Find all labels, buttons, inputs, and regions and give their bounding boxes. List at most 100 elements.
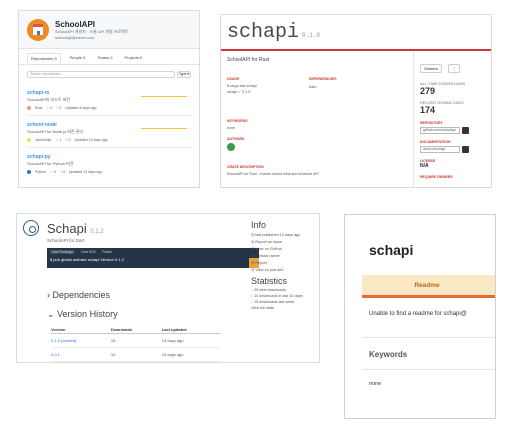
owners-button[interactable]: Owners xyxy=(420,64,442,73)
description-section: CRATE DESCRIPTION SchoolAPI for Rust - K… xyxy=(227,165,409,176)
org-tabs: Repositories 9 People 0 Teams 0 Projects… xyxy=(19,49,199,65)
repo-search-bar: Search repositories... Type ▾ xyxy=(27,71,191,78)
deps-section: DEPENDENCIES tokio xyxy=(309,77,337,89)
repo-description: SchoolAPI의 러스트 버전 xyxy=(27,97,70,102)
repo-meta: Python ☆ 0 ⑂ 0 Updated 13 days ago xyxy=(27,170,191,174)
description-heading: CRATE DESCRIPTION xyxy=(227,165,264,169)
dependencies-heading[interactable]: › Dependencies xyxy=(47,290,110,300)
copy-icon[interactable] xyxy=(462,127,469,134)
type-filter-button[interactable]: Type ▾ xyxy=(177,71,191,78)
keywords-value: none xyxy=(227,126,235,130)
install-tab[interactable]: Dart SDK xyxy=(81,250,96,254)
repo-description: SchoolAPI for Python 버전 xyxy=(27,161,74,166)
tab-repositories[interactable]: Repositories 9 xyxy=(27,53,61,64)
repo-updated: Updated 13 days ago xyxy=(74,138,108,142)
repo-forks[interactable]: ⑂ 0 xyxy=(60,170,65,174)
recent-downloads-count: 174 xyxy=(420,105,436,115)
version-history-heading[interactable]: ⌄ Version History xyxy=(47,309,118,320)
info-sidebar: Info ◎ last published 13 days ago ◎ Repo… xyxy=(251,220,317,312)
repository-value[interactable]: github.com/schoolapi xyxy=(420,127,460,134)
info-link[interactable]: ◎ Contact owner xyxy=(251,253,317,258)
license-value: N/A xyxy=(420,163,429,169)
repo-description: SchoolAPI for Node.js 버전 관리 xyxy=(27,129,84,134)
keywords-heading: Keywords xyxy=(369,350,408,359)
col-updated: Last updated xyxy=(161,326,221,334)
repository-label: REPOSITORY xyxy=(420,121,443,125)
repo-link[interactable]: schapi-py xyxy=(27,154,191,160)
downloads-cell: 15 xyxy=(110,333,162,348)
stats-line: ↓ 15 downloads last week xyxy=(251,300,295,304)
version-link[interactable]: 0.1.2 (current) xyxy=(51,333,111,348)
stats-heading: Statistics xyxy=(251,276,288,286)
list-item: school-node SchoolAPI for Node.js 버전 관리 … xyxy=(27,116,191,148)
repo-search-input[interactable]: Search repositories... xyxy=(27,71,175,78)
language-dot-icon xyxy=(27,138,31,142)
package-description: SchoolAPI for Rust xyxy=(227,57,270,63)
info-link[interactable]: ◎ Report xyxy=(251,260,317,265)
description-text: SchoolAPI for Rust - Korean school meal … xyxy=(227,172,319,176)
author-avatar[interactable] xyxy=(227,143,235,151)
info-heading: Info xyxy=(251,220,267,230)
install-tab[interactable]: Dart Package xyxy=(50,250,76,254)
install-tabs: Dart Package Dart SDK Flutter xyxy=(47,248,259,256)
documentation-label: DOCUMENTATION xyxy=(420,140,451,144)
table-row: 0.1.2 (current) 15 13 days ago xyxy=(51,333,221,348)
keywords-section: KEYWORDS none xyxy=(227,119,248,130)
package-logo-icon xyxy=(23,220,39,236)
documentation-value[interactable]: docs.rs/schapi xyxy=(420,146,460,153)
tab-teams[interactable]: Teams 0 xyxy=(94,53,115,64)
stats-line: ↓ 10 downloads in last 30 days xyxy=(251,294,303,298)
readme-tab-bar: Readme xyxy=(362,275,495,298)
deps-value: tokio xyxy=(309,85,317,89)
col-downloads: Downloads xyxy=(110,326,162,334)
repo-stars[interactable]: ☆ 0 xyxy=(46,106,52,110)
copy-icon[interactable] xyxy=(462,146,469,153)
stats-line: ↓ 25 total downloads xyxy=(251,288,286,292)
package-sidebar: Owners ⋮ ALL-TIME DOWNLOADS 279 RECENT D… xyxy=(413,51,491,187)
package-title: schapi xyxy=(369,242,414,258)
tab-readme[interactable]: Readme xyxy=(362,282,492,289)
downloads-cell: 10 xyxy=(110,347,162,362)
info-link[interactable]: ◎ View on pub.dev xyxy=(251,267,317,272)
repo-updated: Updated 13 days ago xyxy=(69,170,103,174)
tab-people[interactable]: People 0 xyxy=(67,53,89,64)
info-link[interactable]: ◎ Report an issue xyxy=(251,239,317,244)
more-button[interactable]: ⋮ xyxy=(448,64,461,73)
package-title: Schapi 0.1.2 xyxy=(47,221,104,236)
authors-section: AUTHORS xyxy=(227,137,244,151)
divider xyxy=(362,337,495,338)
org-description: SchoolAPI 개발자 · 스쿨 API 개발 프로젝트 xyxy=(55,28,129,34)
repo-language: Rust xyxy=(35,106,43,110)
downloads-count: 279 xyxy=(420,86,436,96)
usage-line: schapi = "0.1.0" xyxy=(227,90,252,94)
org-email: schoolapi@naver.com xyxy=(55,34,95,40)
documentation-field: docs.rs/schapi xyxy=(420,146,485,153)
install-tab[interactable]: Flutter xyxy=(102,250,112,254)
keywords-value: none xyxy=(369,381,382,387)
language-dot-icon xyxy=(27,106,31,110)
usage-section: USAGE $ cargo add schapi schapi = "0.1.0… xyxy=(227,77,257,94)
activity-graph xyxy=(141,128,187,129)
updated-cell: 13 days ago xyxy=(161,347,221,362)
repo-updated: Updated 4 days ago xyxy=(65,106,97,110)
tab-projects[interactable]: Projects 0 xyxy=(122,53,146,64)
repo-forks[interactable]: ⑂ 0 xyxy=(65,138,70,142)
info-line: ◎ last published 13 days ago xyxy=(251,233,301,237)
install-box: Dart Package Dart SDK Flutter $ pub glob… xyxy=(47,248,259,268)
crate-page-panel: schapi 0.1.0 SchoolAPI for Rust USAGE $ … xyxy=(220,14,492,188)
readme-missing-message: Unable to find a readme for schapi@ xyxy=(369,311,467,317)
info-link[interactable]: ◎ View on GitHub xyxy=(251,246,317,251)
full-stats-link[interactable]: View full stats xyxy=(251,306,317,310)
repository-field: github.com/schoolapi xyxy=(420,127,485,134)
authors-heading: AUTHORS xyxy=(227,137,245,141)
package-version: 0.1.0 xyxy=(302,32,321,39)
repo-stars[interactable]: ☆ 1 xyxy=(55,138,61,142)
version-link[interactable]: 0.0.1 xyxy=(51,347,111,362)
version-history-label: Version History xyxy=(57,309,118,319)
install-command: $ pub global activate schapi Version 0.1… xyxy=(50,257,124,262)
package-name: schapi xyxy=(227,21,300,44)
repo-forks[interactable]: ⑂ 0 xyxy=(56,106,61,110)
list-item: schapi-py SchoolAPI for Python 버전 Python… xyxy=(27,148,191,179)
repo-stars[interactable]: ☆ 0 xyxy=(50,170,56,174)
col-version: Version xyxy=(51,326,111,334)
